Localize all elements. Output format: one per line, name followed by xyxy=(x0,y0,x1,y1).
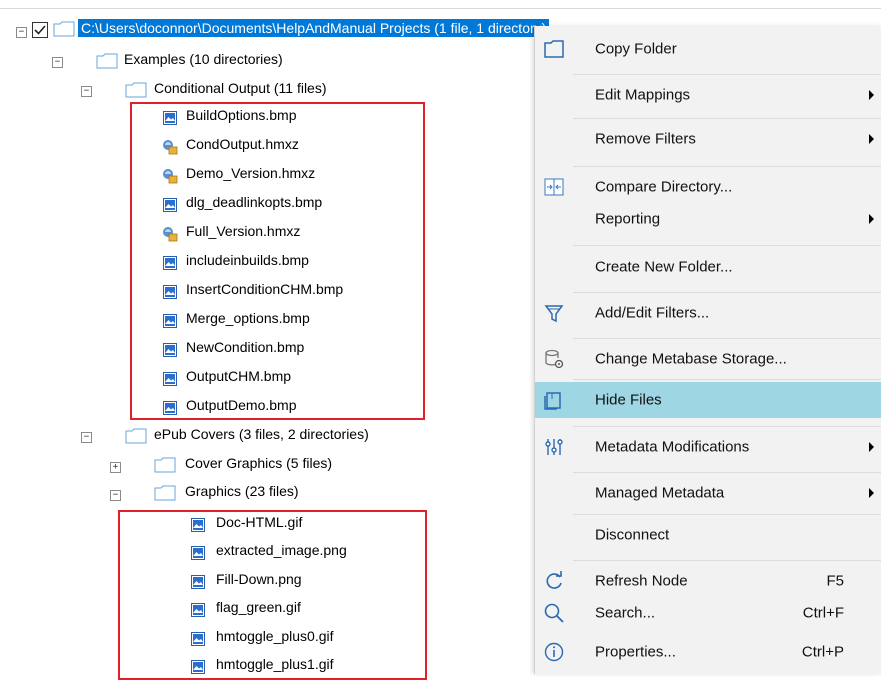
submenu-arrow-icon xyxy=(869,442,874,452)
menu-item-label: Edit Mappings xyxy=(595,86,691,104)
collapse-toggle-conditional[interactable]: − xyxy=(81,86,92,97)
menu-item-label: Disconnect xyxy=(595,526,670,544)
menu-separator xyxy=(573,514,881,515)
menu-separator xyxy=(573,245,881,246)
expand-toggle-cover-graphics[interactable]: + xyxy=(110,462,121,473)
menu-separator xyxy=(573,379,881,380)
menu-item-label: Compare Directory... xyxy=(595,178,733,196)
folder-label-epub[interactable]: ePub Covers (3 files, 2 directories) xyxy=(154,426,369,442)
submenu-arrow-icon xyxy=(869,488,874,498)
menu-item-label: Managed Metadata xyxy=(595,484,725,502)
menu-item-compare-directory[interactable]: Compare Directory... xyxy=(535,169,881,205)
menu-item-add-edit-filters[interactable]: Add/Edit Filters... xyxy=(535,295,881,331)
folder-icon xyxy=(154,457,176,473)
menu-item-label: Search... xyxy=(595,604,656,622)
collapse-toggle-epub[interactable]: − xyxy=(81,432,92,443)
menu-separator xyxy=(573,118,881,119)
menu-item-change-metabase-storage[interactable]: Change Metabase Storage... xyxy=(535,341,881,377)
folder-icon xyxy=(544,40,564,58)
folder-icon xyxy=(96,53,118,69)
menu-item-label: Remove Filters xyxy=(595,130,696,148)
menu-separator xyxy=(573,338,881,339)
annotation-box-conditional xyxy=(130,102,425,420)
menu-item-reporting[interactable]: Reporting xyxy=(535,201,881,237)
menu-item-remove-filters[interactable]: Remove Filters xyxy=(535,121,881,157)
collapse-toggle-graphics[interactable]: − xyxy=(110,490,121,501)
menu-item-shortcut: Ctrl+P xyxy=(801,643,844,661)
annotation-box-graphics xyxy=(118,510,427,680)
menu-separator xyxy=(573,166,881,167)
menu-item-label: Hide Files xyxy=(595,391,662,409)
menu-separator xyxy=(573,292,881,293)
collapse-toggle-examples[interactable]: − xyxy=(52,57,63,68)
menu-item-label: Copy Folder xyxy=(595,40,677,58)
menu-item-metadata-modifications[interactable]: Metadata Modifications xyxy=(535,429,881,465)
menu-item-copy-folder[interactable]: Copy Folder xyxy=(535,31,881,67)
submenu-arrow-icon xyxy=(869,214,874,224)
filter-icon xyxy=(544,305,564,323)
folder-icon xyxy=(125,428,147,444)
context-menu: Copy Folder Edit Mappings Remove Filters Co… xyxy=(534,26,881,674)
menu-item-label: Reporting xyxy=(595,210,661,228)
menu-separator xyxy=(573,560,881,561)
submenu-arrow-icon xyxy=(869,90,874,100)
menu-separator xyxy=(573,74,881,75)
menu-item-label: Metadata Modifications xyxy=(595,438,750,456)
folder-label-cover-graphics[interactable]: Cover Graphics (5 files) xyxy=(185,455,332,471)
folder-label-conditional[interactable]: Conditional Output (11 files) xyxy=(154,80,327,96)
info-icon xyxy=(544,642,564,662)
menu-separator xyxy=(573,472,881,473)
menu-item-label: Refresh Node xyxy=(595,572,688,590)
menu-separator xyxy=(573,426,881,427)
folder-label-examples[interactable]: Examples (10 directories) xyxy=(124,51,283,67)
database-gear-icon xyxy=(545,349,564,369)
folder-icon xyxy=(154,485,176,501)
menu-item-shortcut: F5 xyxy=(826,572,844,590)
hide-files-icon xyxy=(544,392,561,410)
menu-item-shortcut: Ctrl+F xyxy=(802,604,844,622)
menu-item-search[interactable]: Search... Ctrl+F xyxy=(535,595,881,631)
refresh-icon xyxy=(546,571,562,589)
menu-item-managed-metadata[interactable]: Managed Metadata xyxy=(535,475,881,511)
menu-item-label: Properties... xyxy=(595,643,676,661)
menu-item-disconnect[interactable]: Disconnect xyxy=(535,517,881,553)
search-icon xyxy=(544,603,564,623)
metadata-sliders-icon xyxy=(545,439,563,455)
top-divider xyxy=(0,8,881,9)
menu-item-label: Create New Folder... xyxy=(595,258,733,276)
folder-icon xyxy=(125,82,147,98)
submenu-arrow-icon xyxy=(869,134,874,144)
menu-item-edit-mappings[interactable]: Edit Mappings xyxy=(535,77,881,113)
root-folder-label[interactable]: C:\Users\doconnor\Documents\HelpAndManua… xyxy=(78,19,550,37)
menu-item-label: Change Metabase Storage... xyxy=(595,350,787,368)
menu-item-properties[interactable]: Properties... Ctrl+P xyxy=(535,634,881,670)
folder-label-graphics[interactable]: Graphics (23 files) xyxy=(185,483,299,499)
folder-icon xyxy=(53,21,75,37)
menu-item-label: Add/Edit Filters... xyxy=(595,304,710,322)
menu-item-create-new-folder[interactable]: Create New Folder... xyxy=(535,249,881,285)
compare-icon xyxy=(544,178,564,196)
menu-item-hide-files[interactable]: Hide Files xyxy=(535,382,881,418)
menu-item-refresh-node[interactable]: Refresh Node F5 xyxy=(535,563,881,599)
collapse-toggle-root[interactable]: − xyxy=(16,27,27,38)
root-checkbox[interactable] xyxy=(32,22,48,38)
